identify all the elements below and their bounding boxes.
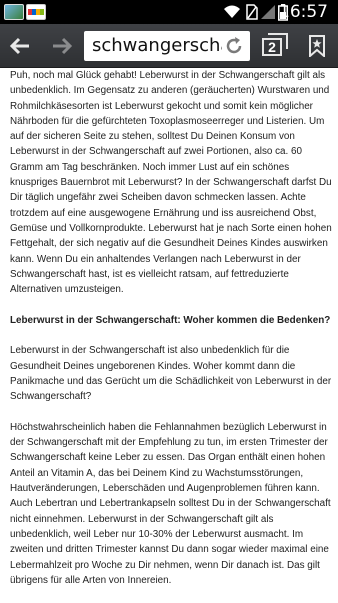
bookmark-icon: [309, 35, 325, 57]
reload-icon: [226, 37, 242, 54]
status-clock: 16:57: [279, 2, 328, 22]
no-sim-icon: [246, 4, 258, 25]
forward-arrow-icon: [53, 37, 73, 55]
browser-toolbar: schwangerschaft 2: [0, 24, 338, 68]
back-button[interactable]: [0, 24, 40, 68]
back-arrow-icon: [9, 37, 29, 55]
bookmark-button[interactable]: [296, 24, 338, 68]
url-bar[interactable]: schwangerschaft: [84, 31, 250, 61]
status-bar: 16:57: [0, 0, 338, 24]
reload-button[interactable]: [222, 34, 246, 58]
article-content: Puh, noch mal Glück gehabt! Leberwurst i…: [10, 68, 332, 603]
wifi-icon: [222, 3, 242, 24]
article-heading: Leberwurst in der Schwangerschaft: Woher…: [10, 314, 331, 326]
ebay-notification-icon: [26, 4, 46, 20]
tabs-button[interactable]: 2: [254, 24, 292, 68]
gallery-notification-icon: [4, 4, 24, 20]
article-paragraph: Höchstwahrscheinlich haben die Fehlannah…: [10, 421, 331, 586]
forward-button[interactable]: [44, 24, 80, 68]
signal-icon: [260, 4, 276, 25]
tabs-count: 2: [262, 38, 282, 56]
article-paragraph: Leberwurst in der Schwangerschaft ist al…: [10, 345, 332, 403]
article-paragraph: Puh, noch mal Glück gehabt! Leberwurst i…: [10, 70, 332, 296]
